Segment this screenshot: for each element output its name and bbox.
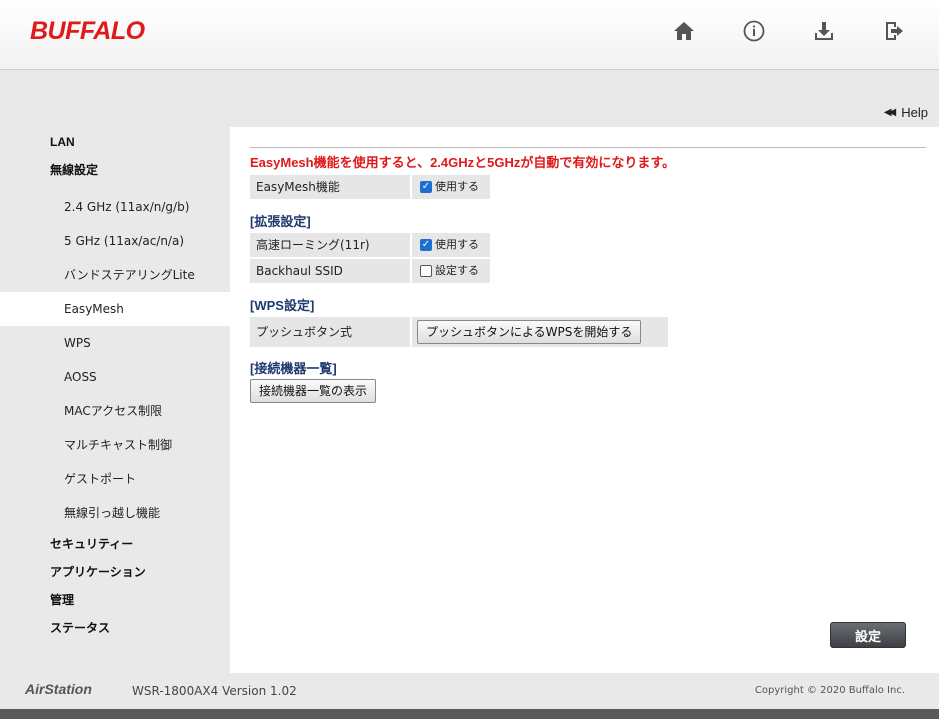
nav-band-steering[interactable]: バンドステアリングLite: [0, 258, 230, 292]
nav-admin[interactable]: 管理: [0, 586, 230, 614]
nav-wireless-migration[interactable]: 無線引っ越し機能: [0, 496, 230, 530]
backhaul-checkbox-label: 設定する: [435, 264, 479, 277]
copyright: Copyright © 2020 Buffalo Inc.: [754, 685, 905, 696]
easymesh-notice: EasyMesh機能を使用すると、2.4GHzと5GHzが自動で有効になります。: [250, 147, 926, 171]
push-label: プッシュボタン式: [250, 317, 410, 347]
content-panel: EasyMesh機能を使用すると、2.4GHzと5GHzが自動で有効になります。…: [230, 127, 939, 673]
footer: AirStation WSR-1800AX4 Version 1.02 Copy…: [0, 673, 939, 709]
backhaul-label: Backhaul SSID: [250, 259, 410, 283]
airstation-logo: AirStation: [25, 681, 92, 697]
nav-guest-port[interactable]: ゲストポート: [0, 462, 230, 496]
easymesh-checkbox-label: 使用する: [435, 180, 479, 193]
help-link[interactable]: ◀◀ Help: [884, 105, 928, 120]
devices-row: 接続機器一覧の表示: [250, 379, 377, 403]
push-row: プッシュボタン式 プッシュボタンによるWPSを開始する: [250, 317, 668, 347]
backhaul-value: 設定する: [412, 259, 490, 283]
nav-wireless[interactable]: 無線設定: [0, 156, 230, 184]
easymesh-value: 使用する: [412, 175, 490, 199]
nav-application[interactable]: アプリケーション: [0, 558, 230, 586]
nav-wireless-24ghz[interactable]: 2.4 GHz (11ax/n/g/b): [0, 190, 230, 224]
nav-mac-access[interactable]: MACアクセス制限: [0, 394, 230, 428]
easymesh-label: EasyMesh機能: [250, 175, 410, 199]
download-icon[interactable]: [811, 18, 837, 44]
model-version: WSR-1800AX4 Version 1.02: [132, 684, 297, 698]
roaming-label: 高速ローミング(11r): [250, 233, 410, 257]
nav-aoss[interactable]: AOSS: [0, 360, 230, 394]
backhaul-checkbox[interactable]: [420, 265, 432, 277]
backhaul-row: Backhaul SSID 設定する: [250, 259, 490, 283]
roaming-checkbox-label: 使用する: [435, 238, 479, 251]
nav-wps[interactable]: WPS: [0, 326, 230, 360]
buffalo-logo: BUFFALO: [30, 17, 145, 45]
nav-status[interactable]: ステータス: [0, 614, 230, 642]
nav-security[interactable]: セキュリティー: [0, 530, 230, 558]
nav-multicast[interactable]: マルチキャスト制御: [0, 428, 230, 462]
nav-wireless-5ghz[interactable]: 5 GHz (11ax/ac/n/a): [0, 224, 230, 258]
nav-lan[interactable]: LAN: [0, 128, 230, 156]
help-label: Help: [901, 105, 928, 120]
nav-easymesh[interactable]: EasyMesh: [0, 292, 232, 326]
show-devices-button[interactable]: 接続機器一覧の表示: [250, 379, 377, 403]
section-extended: [拡張設定]: [250, 214, 311, 229]
easymesh-checkbox[interactable]: [420, 181, 432, 193]
info-icon[interactable]: [741, 18, 767, 44]
easymesh-row: EasyMesh機能 使用する: [250, 175, 490, 199]
sidebar: LAN 無線設定 2.4 GHz (11ax/n/g/b) 5 GHz (11a…: [0, 128, 232, 642]
section-devices: [接続機器一覧]: [250, 361, 337, 376]
roaming-row: 高速ローミング(11r) 使用する: [250, 233, 490, 257]
header: BUFFALO: [0, 0, 939, 70]
logout-icon[interactable]: [881, 18, 907, 44]
home-icon[interactable]: [671, 18, 697, 44]
double-triangle-left-icon: ◀◀: [883, 107, 897, 118]
roaming-value: 使用する: [412, 233, 490, 257]
start-wps-button[interactable]: プッシュボタンによるWPSを開始する: [417, 320, 642, 344]
push-value: プッシュボタンによるWPSを開始する: [412, 317, 668, 347]
submit-button[interactable]: 設定: [830, 622, 906, 648]
section-wps: [WPS設定]: [250, 298, 315, 313]
roaming-checkbox[interactable]: [420, 239, 432, 251]
bottom-bar: [0, 709, 939, 719]
